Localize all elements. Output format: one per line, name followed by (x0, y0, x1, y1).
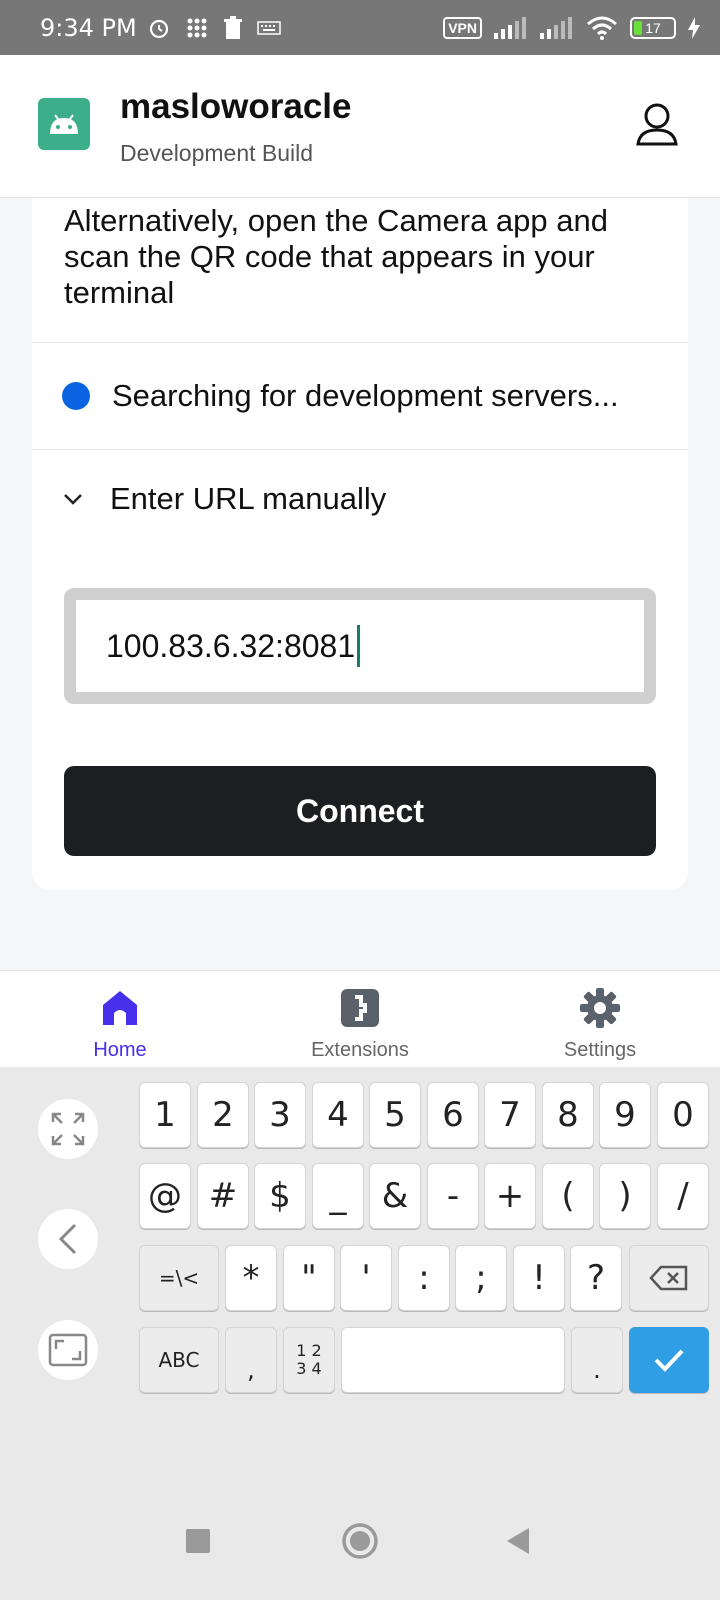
app-subtitle: Development Build (120, 140, 314, 166)
url-input-wrapper: 100.83.6.32:8081 (64, 588, 656, 704)
battery-level: 17 (645, 19, 661, 36)
app-logo (38, 98, 90, 150)
key-period[interactable]: . (571, 1327, 623, 1393)
key-1[interactable]: 1 (139, 1082, 191, 1148)
key-at[interactable]: @ (139, 1163, 191, 1229)
key-slash[interactable]: / (657, 1163, 709, 1229)
status-time: 9:34 PM (40, 13, 137, 42)
key-minus[interactable]: - (427, 1163, 479, 1229)
qr-instructions: Alternatively, open the Camera app and s… (64, 203, 608, 310)
key-hash[interactable]: # (197, 1163, 249, 1229)
apps-grid-icon (187, 18, 207, 37)
recents-icon[interactable] (185, 1528, 211, 1554)
connect-button[interactable]: Connect (64, 766, 656, 856)
keyboard-back-button[interactable] (38, 1209, 98, 1269)
bottom-navigation: Home Extensions Settings (0, 970, 720, 1067)
searching-status: Searching for development servers... (32, 343, 688, 449)
app-title: masloworacle (120, 87, 352, 126)
searching-indicator (62, 382, 90, 410)
key-exclamation[interactable]: ! (513, 1245, 565, 1311)
charging-icon (688, 16, 700, 39)
system-nav-bar (0, 1510, 720, 1600)
nav-settings-label: Settings (563, 1039, 637, 1061)
enter-url-toggle[interactable]: Enter URL manually (32, 450, 688, 548)
key-5[interactable]: 5 (369, 1082, 421, 1148)
key-dollar[interactable]: $ (254, 1163, 306, 1229)
nav-extensions[interactable]: Extensions (240, 971, 480, 1067)
signal-2-icon (540, 16, 572, 39)
key-paren-open[interactable]: ( (542, 1163, 594, 1229)
key-2[interactable]: 2 (197, 1082, 249, 1148)
key-plus[interactable]: + (484, 1163, 536, 1229)
resize-keyboard-button[interactable] (38, 1320, 98, 1380)
key-ampersand[interactable]: & (369, 1163, 421, 1229)
key-7[interactable]: 7 (484, 1082, 536, 1148)
back-icon[interactable] (505, 1527, 531, 1555)
key-comma[interactable]: , (225, 1327, 277, 1393)
gear-icon (580, 988, 620, 1028)
nav-home-label: Home (93, 1039, 147, 1061)
app-header: masloworacle Development Build (0, 55, 720, 198)
wifi-icon (587, 16, 617, 40)
url-input-value: 100.83.6.32:8081 (106, 627, 356, 664)
key-0[interactable]: 0 (657, 1082, 709, 1148)
vpn-badge: VPN (443, 16, 482, 39)
key-question[interactable]: ? (570, 1245, 622, 1311)
key-single-quote[interactable]: ' (340, 1245, 392, 1311)
enter-key[interactable] (629, 1327, 709, 1393)
numpad-top: 1 2 (296, 1341, 322, 1360)
profile-icon[interactable] (636, 102, 678, 146)
key-3[interactable]: 3 (254, 1082, 306, 1148)
backspace-key[interactable] (629, 1245, 709, 1311)
searching-label: Searching for development servers... (112, 378, 619, 413)
numpad-bottom: 3 4 (296, 1359, 322, 1378)
key-underscore[interactable]: _ (312, 1163, 364, 1229)
nav-home[interactable]: Home (0, 971, 240, 1067)
dev-server-card: Alternatively, open the Camera app and s… (32, 198, 688, 890)
backspace-icon (649, 1265, 688, 1291)
expand-keyboard-button[interactable] (38, 1099, 98, 1159)
key-double-quote[interactable]: " (283, 1245, 335, 1311)
battery-indicator: 17 (630, 16, 676, 39)
chevron-down-icon (64, 494, 82, 505)
space-key[interactable] (341, 1327, 565, 1393)
key-asterisk[interactable]: * (225, 1245, 277, 1311)
key-abc[interactable]: ABC (139, 1327, 219, 1393)
resize-icon (48, 1333, 88, 1367)
key-8[interactable]: 8 (542, 1082, 594, 1148)
enter-url-label: Enter URL manually (110, 481, 387, 516)
status-bar: 9:34 PM VPN 17 (0, 0, 720, 55)
chevron-left-icon (58, 1223, 77, 1255)
key-semicolon[interactable]: ; (455, 1245, 507, 1311)
key-more-symbols[interactable]: =\< (139, 1245, 219, 1311)
home-icon (103, 991, 137, 1025)
text-caret (357, 625, 361, 667)
android-icon (50, 114, 78, 134)
checkmark-icon (654, 1349, 684, 1372)
expand-icon (51, 1112, 85, 1146)
key-paren-close[interactable]: ) (599, 1163, 651, 1229)
nav-extensions-label: Extensions (311, 1039, 409, 1061)
extensions-icon (341, 989, 379, 1027)
signal-icon (494, 16, 526, 39)
nav-settings[interactable]: Settings (480, 971, 720, 1067)
key-colon[interactable]: : (398, 1245, 450, 1311)
key-numpad-toggle[interactable]: 1 2 3 4 (283, 1327, 335, 1393)
keyboard-icon (256, 20, 281, 35)
key-9[interactable]: 9 (599, 1082, 651, 1148)
trash-icon (223, 15, 242, 39)
alarm-icon (149, 19, 168, 38)
url-input[interactable]: 100.83.6.32:8081 (76, 600, 644, 692)
key-6[interactable]: 6 (427, 1082, 479, 1148)
home-button-icon[interactable] (342, 1523, 378, 1559)
key-4[interactable]: 4 (312, 1082, 364, 1148)
